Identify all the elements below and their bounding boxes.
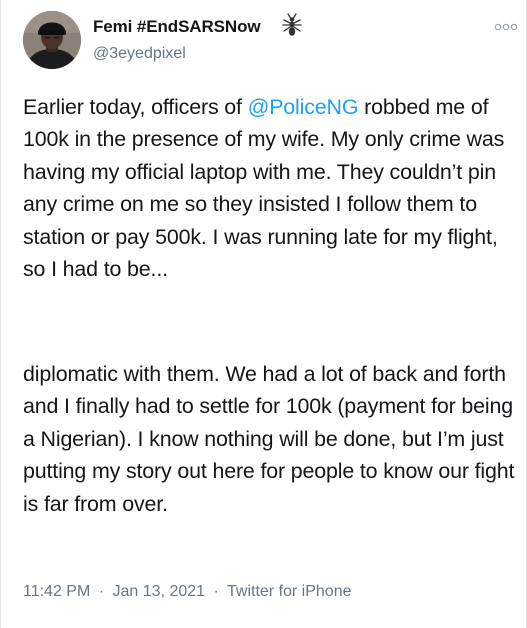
tweet-source[interactable]: Twitter for iPhone (227, 583, 352, 600)
tweet-paragraph-2: diplomatic with them. We had a lot of ba… (23, 362, 515, 516)
author-handle[interactable]: @3eyedpixel (93, 45, 186, 63)
more-icon[interactable] (494, 22, 518, 32)
meta-separator: · (213, 583, 219, 600)
mention-link[interactable]: @PoliceNG (248, 95, 359, 119)
tweet-date[interactable]: Jan 13, 2021 (113, 583, 206, 600)
avatar[interactable] (23, 11, 81, 69)
author-name[interactable]: Femi #EndSARSNow (93, 17, 261, 37)
tweet-time[interactable]: 11:42 PM (23, 583, 90, 600)
meta-separator: · (98, 583, 105, 600)
tweet-text-rest: robbed me of 100k in the presence of my … (23, 95, 505, 282)
tweet-meta: 11:42 PM · Jan 13, 2021 · Twitter for iP… (23, 583, 352, 601)
tweet-paragraph-1: Earlier today, officers of @PoliceNG rob… (23, 91, 523, 285)
tweet-card: Femi #EndSARSNow @3eyedpixel Earlier tod… (0, 0, 527, 628)
ant-icon (282, 13, 302, 36)
tweet-text-start: Earlier today, officers of (23, 95, 248, 119)
avatar-photo (23, 11, 81, 69)
